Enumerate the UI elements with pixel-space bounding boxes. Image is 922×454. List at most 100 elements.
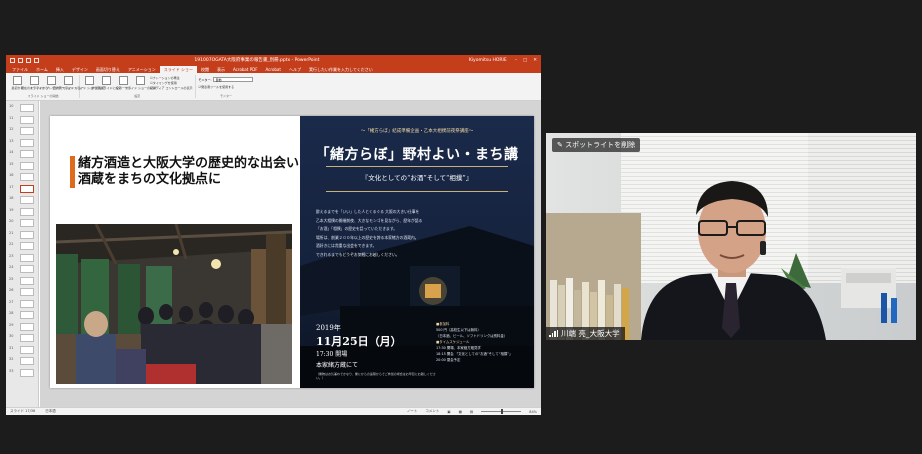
- poster-info: ■参加料 500 円（高校生以下は無料） （日本酒、ビール、ソフトドリンクは別料…: [436, 322, 513, 362]
- hide-slide-button[interactable]: 非表示スライドに設定: [92, 75, 122, 94]
- start-slideshow-icon[interactable]: [34, 57, 39, 63]
- hide-icon: [102, 76, 111, 85]
- ribbon-tab[interactable]: ファイル: [8, 66, 32, 73]
- powerpoint-window: 191007OGATA大阪府事業の報告書_別冊.pptx - PowerPoin…: [6, 55, 541, 415]
- maximize-icon[interactable]: □: [523, 58, 527, 63]
- poster-rule-bottom: [326, 191, 508, 192]
- presenter-view-checkbox[interactable]: 発表者ツールを使用する: [198, 85, 253, 89]
- title-bar: 191007OGATA大阪府事業の報告書_別冊.pptx - PowerPoin…: [6, 55, 541, 65]
- slide-thumbnail[interactable]: [20, 127, 34, 135]
- use-timings-checkbox[interactable]: タイミングを使用: [150, 81, 192, 85]
- minimize-icon[interactable]: –: [515, 58, 517, 63]
- language-indicator[interactable]: 日本語: [45, 409, 56, 414]
- participant-name: 川端 亮_大阪大学: [561, 329, 620, 338]
- document-title: 191007OGATA大阪府事業の報告書_別冊.pptx - PowerPoin…: [194, 58, 320, 63]
- monitor-select[interactable]: 自動: [213, 77, 254, 82]
- from-beginning-button[interactable]: 最初から: [10, 75, 25, 94]
- zoom-level[interactable]: 84%: [529, 410, 537, 414]
- settings-icon: [85, 76, 94, 85]
- signal-strength-icon: [549, 330, 558, 337]
- slide-counter: スライド 17/36: [10, 409, 36, 413]
- tell-me-search[interactable]: 実行したい作業を入力してください: [305, 66, 377, 73]
- poster-fineprint: （乗物はお気兼ねでかなり、乗にからの遠隔からでご参加の場合はお早目にお越しくださ…: [316, 372, 436, 380]
- setup-slideshow-button[interactable]: スライド ショーの設定: [74, 75, 105, 94]
- from-current-button[interactable]: 現在のスライドから: [21, 75, 48, 94]
- slide-thumbnail[interactable]: [20, 173, 34, 181]
- poster-theme: 『文化としての“お酒”そして“相撲”』: [361, 174, 473, 182]
- notes-button[interactable]: ノート: [407, 409, 418, 414]
- slide-thumbnail-pane[interactable]: 10 11 12 13 14 15 16 17 18 19 20 21 22 23 24 25 26 27 28 29…: [6, 101, 39, 407]
- media-controls-checkbox[interactable]: メディア コントロールの表示: [150, 86, 193, 90]
- brewery-audience-image: [56, 224, 292, 384]
- record-slideshow-button[interactable]: スライド ショーの記録: [125, 75, 156, 94]
- slide-thumbnail[interactable]: [20, 253, 34, 262]
- slide-thumbnail[interactable]: [20, 161, 34, 170]
- ribbon-tab[interactable]: 表示: [213, 66, 229, 73]
- slide-thumbnail[interactable]: [20, 265, 34, 273]
- slide-number: 13: [9, 138, 14, 143]
- normal-view-icon[interactable]: ▣: [447, 410, 450, 414]
- ribbon-tab[interactable]: ヘルプ: [285, 66, 305, 73]
- slide-thumbnail[interactable]: [20, 138, 34, 147]
- zoom-slider[interactable]: [481, 409, 522, 414]
- slide-thumbnail[interactable]: [20, 368, 34, 377]
- ribbon-tab[interactable]: ホーム: [32, 66, 52, 73]
- online-icon: [47, 76, 56, 85]
- save-icon[interactable]: [10, 57, 15, 63]
- slide-thumbnail[interactable]: [20, 104, 34, 112]
- online-presentation-button[interactable]: オンライン プレゼンテーション: [30, 75, 73, 94]
- slide-thumbnail[interactable]: [20, 322, 34, 331]
- slide-thumbnail[interactable]: [20, 196, 34, 204]
- slide-thumbnail[interactable]: [20, 184, 34, 193]
- event-poster: ～「緒方らぼ」結成準備企画・乙本大相撲前夜祭講座～ 「緒方らぼ」野村よい・まち講…: [300, 116, 534, 388]
- slide-number: 20: [9, 219, 14, 223]
- slide-thumbnail[interactable]: [20, 345, 34, 354]
- reading-view-icon[interactable]: ▤: [470, 410, 473, 414]
- audience-photo: [56, 224, 292, 384]
- ribbon-tab[interactable]: スライド ショー: [159, 66, 198, 73]
- slide-thumbnail[interactable]: [20, 242, 34, 250]
- slide-number: 28: [9, 311, 14, 315]
- slide-thumbnail[interactable]: [20, 311, 34, 319]
- ribbon-tab[interactable]: 校閲: [197, 66, 213, 73]
- rehearse-button[interactable]: リハーサル: [116, 75, 131, 94]
- slide-title: 緒方酒造と大阪大学の歴史的な出会い 酒蔵をまちの文化拠点に: [70, 156, 299, 188]
- slide-thumbnail[interactable]: [20, 230, 34, 239]
- ribbon-group-start-slideshow: 最初から 現在のスライドから オンライン プレゼンテーション 目的別スライド シ…: [10, 75, 84, 98]
- ribbon-tab[interactable]: デザイン: [68, 66, 92, 73]
- slide-thumbnail[interactable]: [20, 276, 34, 285]
- speaker-figure: [641, 181, 897, 340]
- user-name[interactable]: Kiyomitsu HORIE: [469, 58, 507, 63]
- spotlight-icon: ✎: [557, 141, 563, 149]
- slide-thumbnail[interactable]: [20, 150, 34, 158]
- slide-thumbnail[interactable]: [20, 334, 34, 342]
- current-slide[interactable]: 緒方酒造と大阪大学の歴史的な出会い 酒蔵をまちの文化拠点に ～「緒方らぼ」結成準…: [50, 116, 534, 388]
- poster-title: 「緒方らぼ」野村よい・まち講: [315, 147, 519, 163]
- slide-number: 10: [9, 104, 14, 108]
- slide-sorter-icon[interactable]: ▦: [459, 410, 462, 414]
- slide-thumbnail[interactable]: [20, 207, 34, 216]
- slide-number: 11: [9, 115, 14, 120]
- slide-thumbnail[interactable]: [20, 115, 34, 124]
- ribbon-tab[interactable]: 画面切り替え: [92, 66, 124, 73]
- slide-thumbnail[interactable]: [20, 299, 34, 308]
- slide-thumbnail[interactable]: [20, 357, 34, 365]
- undo-icon[interactable]: [18, 57, 23, 63]
- window-controls: – □ ✕: [515, 58, 537, 63]
- ribbon-tab[interactable]: Acrobat: [262, 66, 285, 73]
- slide-thumbnail[interactable]: [20, 219, 34, 227]
- play-narration-checkbox[interactable]: ナレーションの再生: [150, 76, 192, 80]
- comments-button[interactable]: コメント: [425, 409, 439, 414]
- ribbon-tab[interactable]: 挿入: [52, 66, 68, 73]
- slide-number: 33: [9, 368, 14, 373]
- participant-video[interactable]: ✎ スポットライトを削除 川端 亮_大阪大学: [546, 133, 916, 340]
- slideshow-icon: [30, 76, 39, 85]
- redo-icon[interactable]: [26, 57, 31, 63]
- custom-slideshow-button[interactable]: 目的別スライド ショー: [53, 75, 84, 94]
- ribbon-tab[interactable]: Acrobat PDF: [229, 66, 262, 73]
- poster-subtitle: ～「緒方らぼ」結成準備企画・乙本大相撲前夜祭講座～: [360, 129, 474, 134]
- slide-thumbnail[interactable]: [20, 288, 34, 296]
- close-icon[interactable]: ✕: [533, 58, 537, 63]
- ribbon-tab[interactable]: アニメーション: [124, 66, 160, 73]
- remove-spotlight-button[interactable]: ✎ スポットライトを削除: [552, 138, 641, 152]
